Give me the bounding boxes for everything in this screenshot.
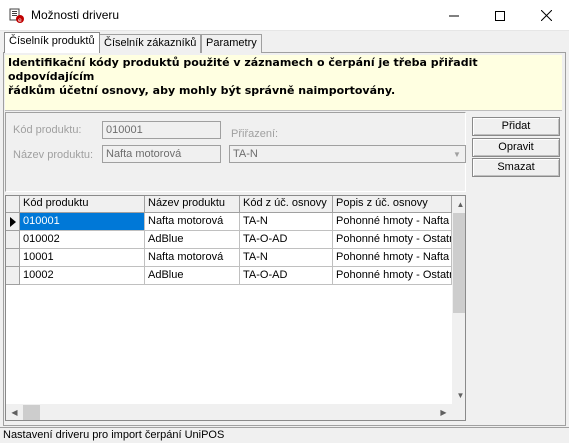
scrollbar-corner xyxy=(452,404,465,420)
grid-header: Kód produktu Název produktu Kód z úč. os… xyxy=(6,196,452,213)
chevron-down-icon[interactable]: ▼ xyxy=(449,146,465,162)
scroll-right-icon[interactable]: ▶ xyxy=(435,404,452,420)
maximize-icon xyxy=(495,10,505,21)
horizontal-scrollbar[interactable]: ◀ ▶ xyxy=(6,404,452,420)
status-text: Nastavení driveru pro import čerpání Uni… xyxy=(3,429,225,441)
product-name-field[interactable]: Nafta motorová xyxy=(102,145,221,163)
edit-button-label: Opravit xyxy=(498,141,534,153)
cell-account-code[interactable]: TA-O-AD xyxy=(240,267,333,285)
header-account-description[interactable]: Popis z úč. osnovy xyxy=(333,196,452,213)
vertical-scroll-thumb[interactable] xyxy=(453,213,465,313)
minimize-icon xyxy=(449,15,459,16)
svg-text:e: e xyxy=(18,17,22,24)
product-code-field[interactable]: 010001 xyxy=(102,121,221,139)
tab-parameters[interactable]: Parametry xyxy=(201,34,262,53)
cell-product-name[interactable]: Nafta motorová xyxy=(145,213,240,231)
row-indicator xyxy=(6,267,20,285)
scroll-down-icon[interactable]: ▼ xyxy=(452,387,465,404)
cell-product-name[interactable]: AdBlue xyxy=(145,267,240,285)
header-account-code[interactable]: Kód z úč. osnovy xyxy=(240,196,333,213)
info-line-1: Identifikační kódy produktů použité v zá… xyxy=(8,56,478,83)
table-row[interactable]: 010002 AdBlue TA-O-AD Pohonné hmoty - Os… xyxy=(6,231,452,249)
table-row[interactable]: 010001 Nafta motorová TA-N Pohonné hmoty… xyxy=(6,213,452,231)
cell-product-code[interactable]: 10002 xyxy=(20,267,145,285)
cell-account-description[interactable]: Pohonné hmoty - Ostatní xyxy=(333,231,452,249)
assignment-label: Přiřazení: xyxy=(231,128,279,140)
row-pointer-icon xyxy=(6,213,20,231)
cell-product-code[interactable]: 10001 xyxy=(20,249,145,267)
close-icon xyxy=(540,10,552,21)
cell-account-code[interactable]: TA-O-AD xyxy=(240,231,333,249)
maximize-button[interactable] xyxy=(477,0,523,31)
window-title: Možnosti driveru xyxy=(31,8,120,22)
table-row[interactable]: 10001 Nafta motorová TA-N Pohonné hmoty … xyxy=(6,249,452,267)
header-indicator xyxy=(6,196,20,213)
title-bar: e Možnosti driveru xyxy=(0,0,569,31)
cell-product-name[interactable]: Nafta motorová xyxy=(145,249,240,267)
cell-account-code[interactable]: TA-N xyxy=(240,213,333,231)
delete-button-label: Smazat xyxy=(497,161,535,173)
close-button[interactable] xyxy=(523,0,569,31)
cell-product-name[interactable]: AdBlue xyxy=(145,231,240,249)
add-button[interactable]: Přidat xyxy=(472,117,560,136)
tab-products[interactable]: Číselník produktů xyxy=(4,32,100,53)
header-product-code[interactable]: Kód produktu xyxy=(20,196,145,213)
info-box: Identifikační kódy produktů použité v zá… xyxy=(5,55,562,111)
scroll-left-icon[interactable]: ◀ xyxy=(6,404,23,420)
status-bar: Nastavení driveru pro import čerpání Uni… xyxy=(0,427,569,443)
detail-form: Kód produktu: 010001 Název produktu: Naf… xyxy=(5,112,466,192)
cell-product-code[interactable]: 010001 xyxy=(20,213,145,231)
row-indicator xyxy=(6,231,20,249)
table-row[interactable]: 10002 AdBlue TA-O-AD Pohonné hmoty - Ost… xyxy=(6,267,452,285)
vertical-scrollbar[interactable]: ▲ ▼ xyxy=(452,196,465,404)
tab-customers[interactable]: Číselník zákazníků xyxy=(99,34,202,53)
scroll-up-icon[interactable]: ▲ xyxy=(452,196,465,213)
product-name-label: Název produktu: xyxy=(13,149,94,161)
delete-button[interactable]: Smazat xyxy=(472,158,560,177)
assignment-combo[interactable]: TA-N ▼ xyxy=(229,145,466,163)
info-line-2: řádkům účetní osnovy, aby mohly být sprá… xyxy=(8,84,396,97)
add-button-label: Přidat xyxy=(501,120,531,132)
cell-account-code[interactable]: TA-N xyxy=(240,249,333,267)
products-grid[interactable]: Kód produktu Název produktu Kód z úč. os… xyxy=(5,195,466,421)
minimize-button[interactable] xyxy=(431,0,477,31)
cell-product-code[interactable]: 010002 xyxy=(20,231,145,249)
cell-account-description[interactable]: Pohonné hmoty - Nafta xyxy=(333,249,452,267)
edit-button[interactable]: Opravit xyxy=(472,138,560,157)
cell-account-description[interactable]: Pohonné hmoty - Nafta xyxy=(333,213,452,231)
header-product-name[interactable]: Název produktu xyxy=(145,196,240,213)
row-indicator xyxy=(6,249,20,267)
cell-account-description[interactable]: Pohonné hmoty - Ostatní xyxy=(333,267,452,285)
assignment-value: TA-N xyxy=(233,148,258,160)
product-code-label: Kód produktu: xyxy=(13,124,82,136)
app-icon: e xyxy=(9,8,24,24)
horizontal-scroll-thumb[interactable] xyxy=(23,405,40,420)
